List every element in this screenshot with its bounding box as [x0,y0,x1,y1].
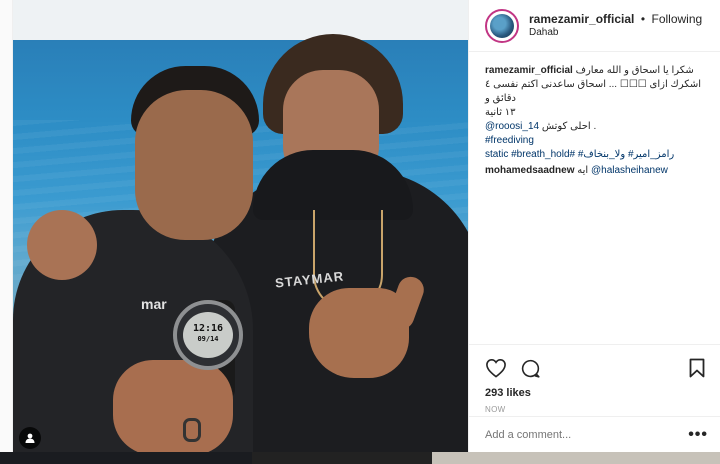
caption-username[interactable]: ramezamir_official [485,65,573,76]
post-photo[interactable]: STAYMAR mar 12:16 09/14 [13,0,468,452]
bookmark-icon[interactable] [686,357,708,379]
avatar[interactable] [485,8,519,43]
list-item: mohamedsaadnew ايه @halasheihanew [485,164,705,178]
watch-screen: 12:16 09/14 [183,312,233,358]
comment-text: ايه [577,165,589,176]
caption-mention-tail: . [593,121,597,132]
post-header: ramezamir_official • Following Dahab [469,0,720,52]
next-post-preview [0,452,720,464]
tag-person-icon[interactable] [19,427,41,449]
post-container: STAYMAR mar 12:16 09/14 ramezamir_offici… [12,0,720,464]
caption: ramezamir_official شكرا يا اسحاق و الله … [485,64,705,162]
caption-line2: اشكرك ازاى ☐☐☐ ... اسحاق ساعدنى اكتم نفس… [485,79,701,104]
hashtag-link[interactable]: #freediving [485,135,534,146]
comments-list: ramezamir_official شكرا يا اسحاق و الله … [469,52,720,344]
wetsuit-logo-left: mar [141,296,167,312]
caption-mention[interactable]: @rooosi_14 [485,121,539,132]
more-icon[interactable]: ••• [688,426,708,444]
hashtag-line[interactable]: رامز_امير# ولا_بنخاف# #static #breath_ho… [485,148,705,162]
comment-icon[interactable] [519,357,541,379]
follow-status-button[interactable]: Following [652,12,703,26]
comment-mention[interactable]: @halasheihanew [591,165,668,176]
post-sidebar: ramezamir_official • Following Dahab ram… [468,0,720,464]
caption-mention-suffix: احلى كوتش [541,121,591,132]
watch-date: 09/14 [197,335,219,343]
separator-dot: • [640,11,646,26]
comment-username[interactable]: mohamedsaadnew [485,165,574,176]
watch-time: 12:16 [192,323,224,334]
username-link[interactable]: ramezamir_official [529,12,634,26]
likes-count[interactable]: 293 likes [485,387,708,399]
add-comment-bar: ••• [469,416,720,452]
heart-icon[interactable] [485,357,507,379]
location-link[interactable]: Dahab [529,26,702,40]
caption-line3: ١٣ ثانية [485,107,516,118]
post-timestamp: NOW [485,405,506,414]
comment-input[interactable] [485,428,689,441]
caption-line1: شكرا يا اسحاق و الله معارف [575,65,694,76]
action-bar: 293 likes NOW [469,344,720,414]
